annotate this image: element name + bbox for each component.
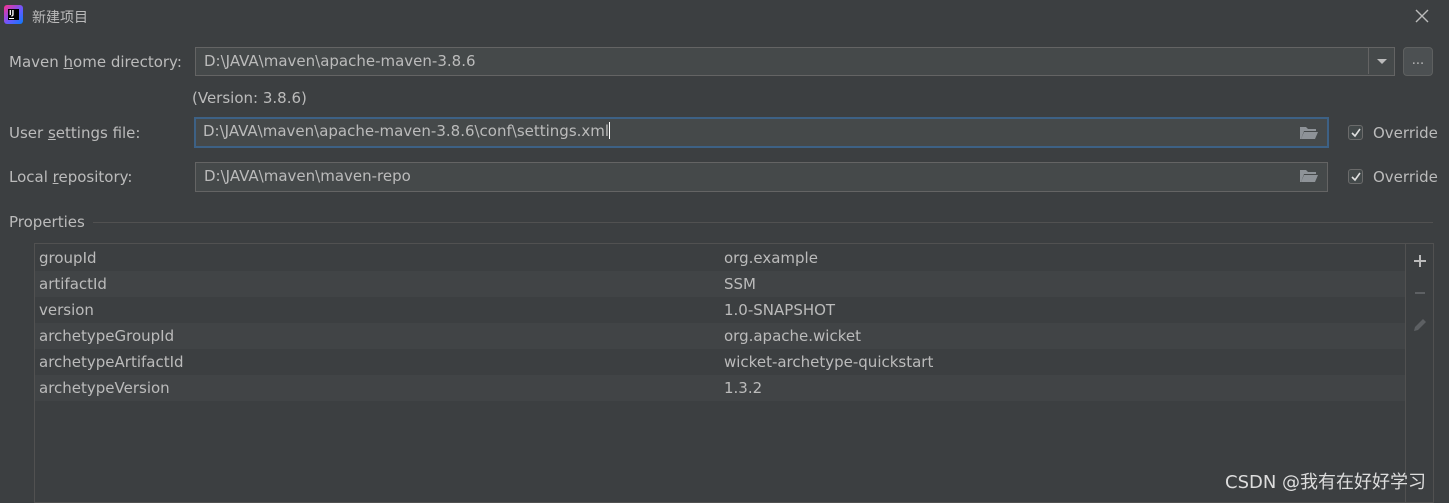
intellij-logo-icon: IJ bbox=[4, 5, 23, 24]
table-row[interactable]: archetypeArtifactId wicket-archetype-qui… bbox=[35, 349, 1405, 375]
maven-home-combobox[interactable]: D:\JAVA\maven\apache-maven-3.8.6 bbox=[195, 47, 1395, 76]
table-row[interactable]: artifactId SSM bbox=[35, 271, 1405, 297]
watermark: CSDN @我有在好好学习 bbox=[1225, 472, 1427, 493]
properties-table-body: groupId org.example artifactId SSM versi… bbox=[35, 244, 1405, 502]
property-key: artifactId bbox=[39, 275, 107, 293]
text-caret bbox=[609, 122, 611, 139]
chevron-down-icon bbox=[1377, 59, 1387, 64]
user-settings-override-label[interactable]: Override bbox=[1373, 124, 1438, 142]
properties-table: groupId org.example artifactId SSM versi… bbox=[34, 243, 1434, 503]
property-key: groupId bbox=[39, 249, 97, 267]
browse-button[interactable]: ... bbox=[1403, 47, 1433, 76]
folder-open-icon[interactable] bbox=[1299, 125, 1319, 141]
title-bar: IJ 新建项目 bbox=[0, 0, 1449, 34]
table-row[interactable]: archetypeVersion 1.3.2 bbox=[35, 375, 1405, 401]
property-value: org.example bbox=[724, 249, 818, 267]
property-value: 1.0-SNAPSHOT bbox=[724, 301, 836, 319]
maven-home-label: Maven home directory: bbox=[9, 53, 182, 71]
local-repository-label: Local repository: bbox=[9, 168, 133, 186]
property-key: version bbox=[39, 301, 94, 319]
remove-icon[interactable] bbox=[1411, 284, 1429, 302]
table-row[interactable]: groupId org.example bbox=[35, 245, 1405, 271]
user-settings-label: User settings file: bbox=[9, 124, 141, 142]
local-repository-value: D:\JAVA\maven\maven-repo bbox=[204, 167, 411, 185]
properties-toolbar bbox=[1405, 244, 1433, 502]
local-repository-override-label[interactable]: Override bbox=[1373, 168, 1438, 186]
folder-open-icon[interactable] bbox=[1299, 168, 1319, 184]
window-title: 新建项目 bbox=[32, 10, 88, 26]
property-key: archetypeVersion bbox=[39, 379, 170, 397]
close-icon[interactable] bbox=[1410, 6, 1434, 28]
edit-pencil-icon[interactable] bbox=[1411, 316, 1429, 334]
property-value: org.apache.wicket bbox=[724, 327, 861, 345]
property-key: archetypeArtifactId bbox=[39, 353, 184, 371]
section-divider bbox=[93, 222, 1433, 223]
user-settings-input[interactable]: D:\JAVA\maven\apache-maven-3.8.6\conf\se… bbox=[194, 117, 1329, 148]
user-settings-value: D:\JAVA\maven\apache-maven-3.8.6\conf\se… bbox=[203, 122, 611, 140]
property-value: 1.3.2 bbox=[724, 379, 763, 397]
property-value: SSM bbox=[724, 275, 756, 293]
table-row[interactable]: version 1.0-SNAPSHOT bbox=[35, 297, 1405, 323]
table-row[interactable]: archetypeGroupId org.apache.wicket bbox=[35, 323, 1405, 349]
user-settings-override-checkbox[interactable] bbox=[1348, 125, 1363, 140]
local-repository-override-checkbox[interactable] bbox=[1348, 169, 1363, 184]
maven-home-value: D:\JAVA\maven\apache-maven-3.8.6 bbox=[204, 52, 476, 70]
properties-title: Properties bbox=[9, 213, 85, 231]
maven-version-note: (Version: 3.8.6) bbox=[192, 89, 307, 107]
add-icon[interactable] bbox=[1411, 252, 1429, 270]
local-repository-input[interactable]: D:\JAVA\maven\maven-repo bbox=[195, 162, 1328, 192]
maven-home-dropdown-button[interactable] bbox=[1368, 48, 1394, 74]
property-value: wicket-archetype-quickstart bbox=[724, 353, 934, 371]
property-key: archetypeGroupId bbox=[39, 327, 175, 345]
